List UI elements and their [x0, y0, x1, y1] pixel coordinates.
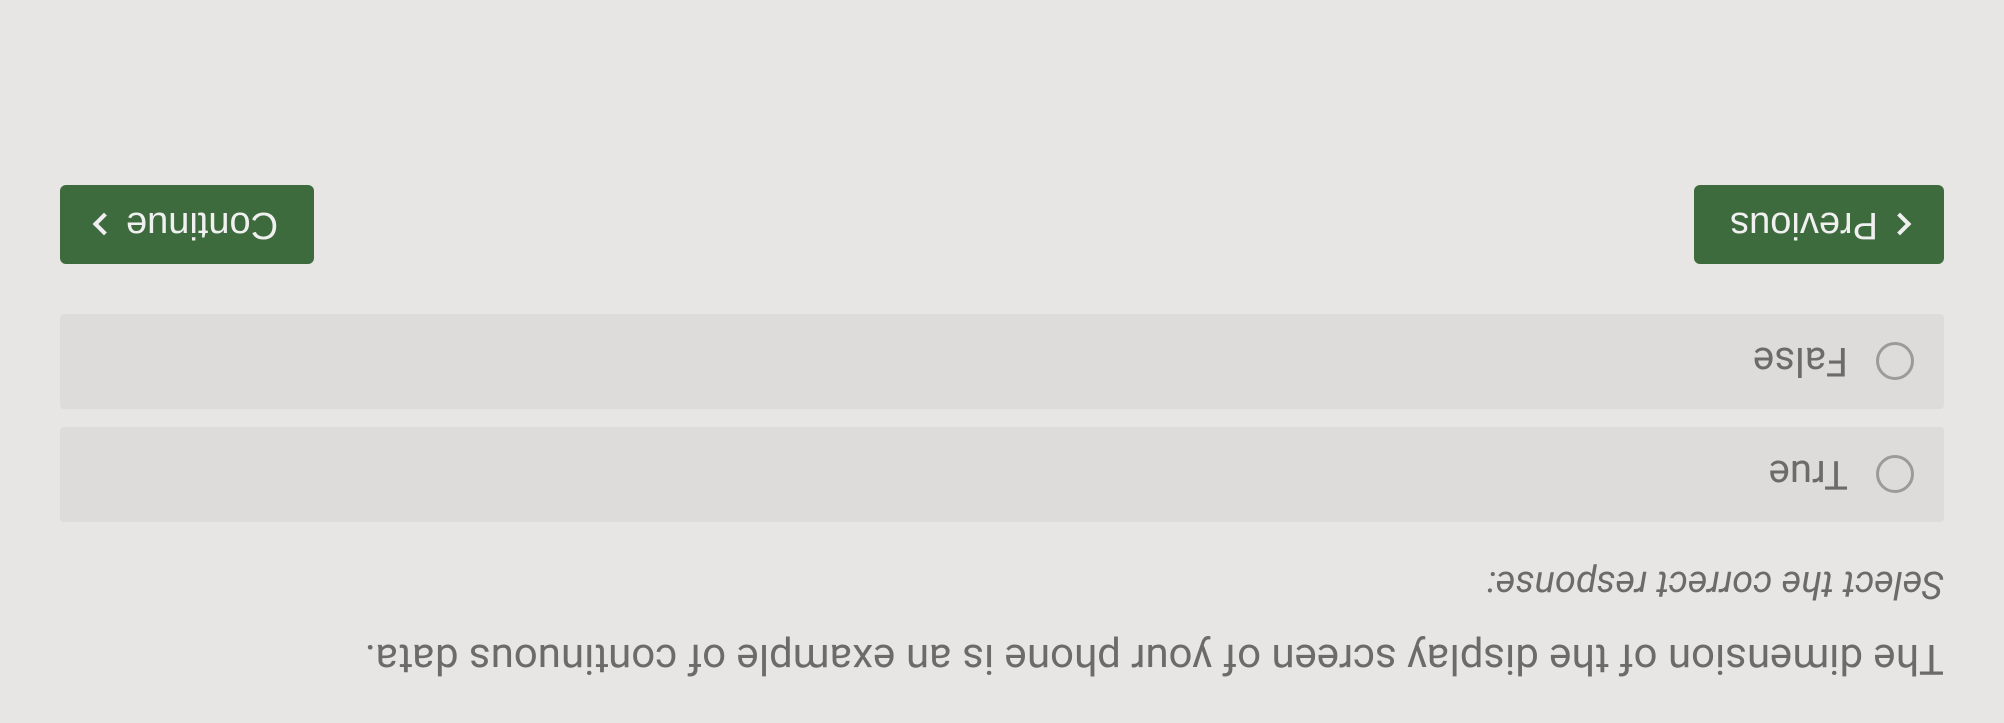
- question-area: The dimension of the display screen of y…: [60, 562, 1944, 683]
- option-false[interactable]: False: [60, 314, 1944, 409]
- option-label: False: [1753, 338, 1848, 385]
- question-text: The dimension of the display screen of y…: [60, 634, 1944, 683]
- option-true[interactable]: True: [60, 427, 1944, 522]
- instruction-text: Select the correct response:: [60, 562, 1944, 606]
- previous-button[interactable]: Previous: [1694, 185, 1944, 264]
- radio-icon: [1876, 456, 1914, 494]
- chevron-right-icon: [93, 213, 116, 236]
- previous-button-label: Previous: [1730, 203, 1878, 246]
- continue-button-label: Continue: [126, 203, 278, 246]
- chevron-left-icon: [1889, 213, 1912, 236]
- nav-area: Previous Continue: [60, 185, 1944, 264]
- option-label: True: [1769, 451, 1848, 498]
- continue-button[interactable]: Continue: [60, 185, 314, 264]
- radio-icon: [1876, 343, 1914, 381]
